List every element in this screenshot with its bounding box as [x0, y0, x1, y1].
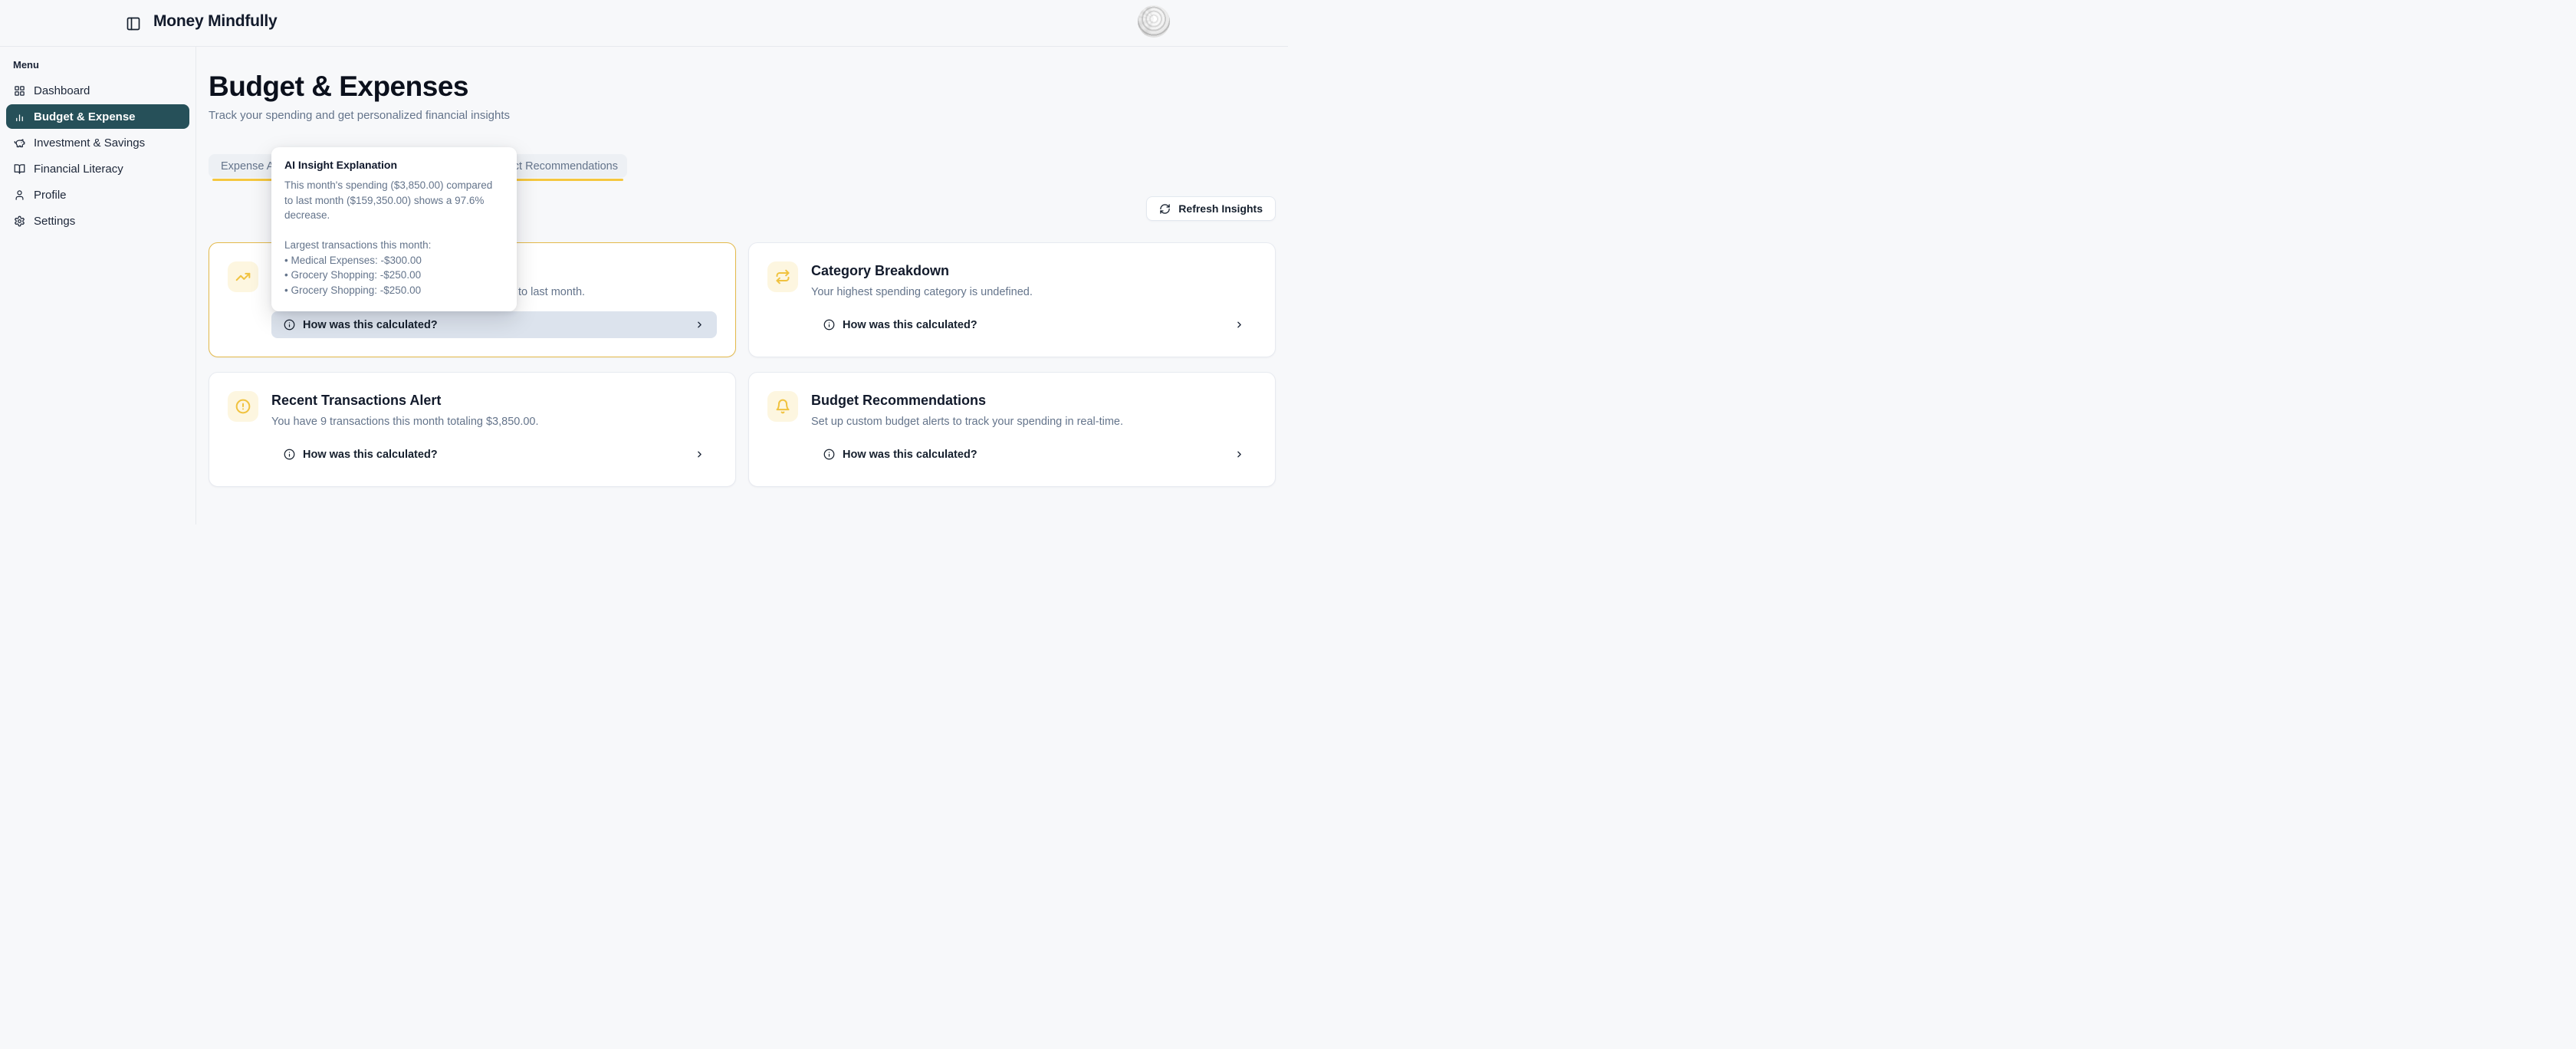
panel-left-icon	[126, 16, 141, 31]
sidebar-item-budget-expense[interactable]: Budget & Expense	[6, 104, 189, 129]
user-avatar[interactable]	[1138, 5, 1170, 38]
card-description: Your highest spending category is undefi…	[811, 284, 1257, 300]
sidebar-item-dashboard[interactable]: Dashboard	[6, 78, 189, 103]
how-calculated-button[interactable]: How was this calculated?	[811, 441, 1257, 468]
how-calculated-button[interactable]: How was this calculated?	[271, 441, 717, 468]
card-icon-box	[228, 391, 258, 422]
card-icon-box	[767, 391, 798, 422]
dashboard-grid-icon	[14, 85, 25, 97]
info-icon	[284, 319, 295, 330]
sidebar-item-label: Settings	[34, 215, 75, 228]
card-title: Recent Transactions Alert	[271, 391, 717, 409]
card-description: You have 9 transactions this month total…	[271, 414, 717, 429]
how-calculated-label: How was this calculated?	[843, 319, 978, 331]
page-title: Budget & Expenses	[209, 70, 1276, 104]
refresh-insights-label: Refresh Insights	[1178, 202, 1263, 215]
sidebar-menu-label: Menu	[6, 59, 189, 78]
card-description: Set up custom budget alerts to track you…	[811, 414, 1257, 429]
how-calculated-label: How was this calculated?	[303, 449, 438, 461]
bar-chart-icon	[14, 111, 25, 123]
sidebar-nav: Dashboard Budget & Expense Investment & …	[6, 78, 189, 233]
app-title: Money Mindfully	[153, 12, 278, 31]
popover-body: This month's spending ($3,850.00) compar…	[284, 178, 504, 298]
sidebar-item-label: Profile	[34, 189, 67, 202]
book-open-icon	[14, 163, 25, 175]
card-category-breakdown: Category Breakdown Your highest spending…	[748, 242, 1276, 357]
sidebar-item-investment-savings[interactable]: Investment & Savings	[6, 130, 189, 155]
how-calculated-label: How was this calculated?	[843, 449, 978, 461]
sidebar-item-label: Dashboard	[34, 84, 90, 97]
refresh-insights-button[interactable]: Refresh Insights	[1146, 196, 1276, 221]
info-icon	[823, 449, 835, 460]
user-icon	[14, 189, 25, 201]
sidebar: Menu Dashboard Budget & Expense Investme…	[0, 47, 196, 524]
card-icon-box	[228, 261, 258, 292]
alert-circle-icon	[235, 399, 251, 414]
chevron-right-icon	[1234, 320, 1244, 330]
card-spending-trend: to last month. How was this calculated? …	[209, 242, 736, 357]
card-recent-transactions-alert: Recent Transactions Alert You have 9 tra…	[209, 372, 736, 487]
how-calculated-button[interactable]: How was this calculated?	[811, 311, 1257, 338]
card-budget-recommendations: Budget Recommendations Set up custom bud…	[748, 372, 1276, 487]
bell-icon	[775, 399, 790, 414]
gear-icon	[14, 215, 25, 227]
how-calculated-button[interactable]: How was this calculated?	[271, 311, 717, 338]
piggy-bank-icon	[14, 137, 25, 149]
refresh-icon	[1159, 203, 1171, 215]
card-title: Category Breakdown	[811, 261, 1257, 280]
chevron-right-icon	[695, 449, 705, 459]
sidebar-item-settings[interactable]: Settings	[6, 209, 189, 233]
ai-insight-popover: AI Insight Explanation This month's spen…	[271, 147, 517, 311]
info-icon	[823, 319, 835, 330]
trending-up-icon	[235, 269, 251, 284]
popover-title: AI Insight Explanation	[284, 159, 504, 171]
card-icon-box	[767, 261, 798, 292]
repeat-icon	[775, 269, 790, 284]
card-title: Budget Recommendations	[811, 391, 1257, 409]
main-content: Budget & Expenses Track your spending an…	[196, 47, 1288, 524]
chevron-right-icon	[695, 320, 705, 330]
info-icon	[284, 449, 295, 460]
sidebar-item-label: Investment & Savings	[34, 136, 145, 150]
how-calculated-label: How was this calculated?	[303, 319, 438, 331]
sidebar-item-financial-literacy[interactable]: Financial Literacy	[6, 156, 189, 181]
page-subtitle: Track your spending and get personalized…	[209, 109, 1276, 122]
sidebar-toggle-button[interactable]	[126, 16, 141, 31]
insight-cards: to last month. How was this calculated? …	[209, 242, 1276, 487]
chevron-right-icon	[1234, 449, 1244, 459]
card-description-fragment: to last month.	[518, 284, 717, 300]
sidebar-item-label: Budget & Expense	[34, 110, 136, 123]
sidebar-item-label: Financial Literacy	[34, 163, 123, 176]
app-header: Money Mindfully	[0, 0, 1288, 47]
sidebar-item-profile[interactable]: Profile	[6, 183, 189, 207]
